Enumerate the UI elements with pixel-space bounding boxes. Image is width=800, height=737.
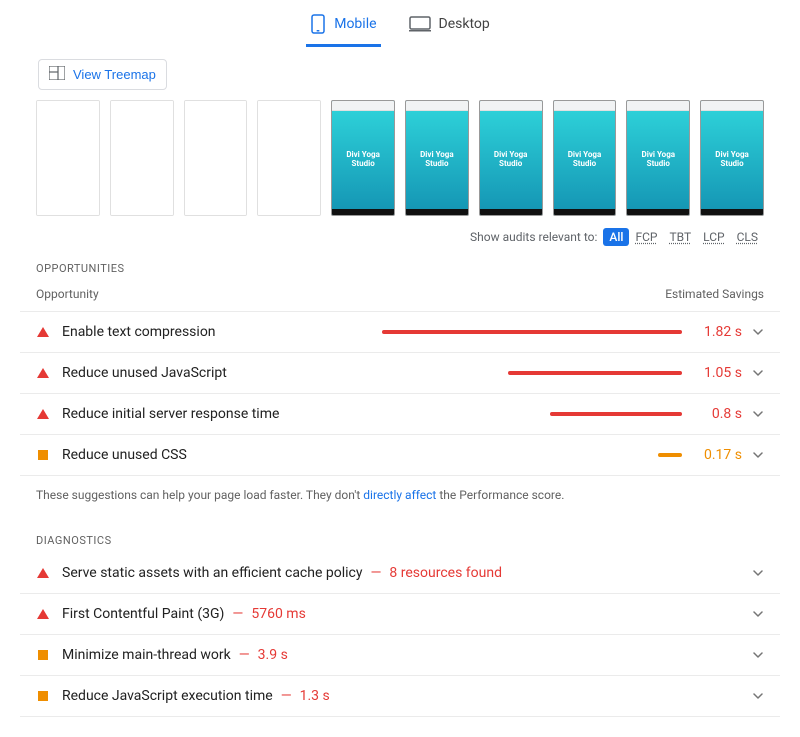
chevron-down-icon[interactable] bbox=[752, 449, 764, 461]
filmstrip-frame[interactable]: Divi Yoga Studio bbox=[479, 100, 543, 216]
frame-text: Divi Yoga Studio bbox=[554, 111, 616, 209]
dash: — bbox=[232, 606, 243, 622]
filmstrip-frame[interactable]: Divi Yoga Studio bbox=[626, 100, 690, 216]
chevron-down-icon[interactable] bbox=[752, 567, 764, 579]
opportunity-label: Enable text compression bbox=[62, 324, 216, 340]
filter-cls[interactable]: CLS bbox=[731, 228, 764, 246]
filmstrip-frame[interactable] bbox=[110, 100, 174, 216]
chevron-down-icon[interactable] bbox=[752, 649, 764, 661]
frame-text: Divi Yoga Studio bbox=[701, 111, 763, 209]
opportunities-note: These suggestions can help your page loa… bbox=[20, 476, 780, 506]
frame-text: Divi Yoga Studio bbox=[332, 111, 394, 209]
severity-orange-icon bbox=[36, 450, 50, 460]
diagnostic-label: Serve static assets with an efficient ca… bbox=[62, 565, 362, 581]
chevron-down-icon[interactable] bbox=[752, 326, 764, 338]
filmstrip-frame[interactable]: Divi Yoga Studio bbox=[553, 100, 617, 216]
opportunities-col-right: Estimated Savings bbox=[665, 287, 764, 301]
filmstrip-frame[interactable]: Divi Yoga Studio bbox=[700, 100, 764, 216]
audit-filter-label: Show audits relevant to: bbox=[470, 230, 597, 244]
opportunities-header: Opportunity Estimated Savings bbox=[20, 281, 780, 312]
dash: — bbox=[281, 688, 292, 704]
view-treemap-label: View Treemap bbox=[73, 67, 156, 82]
filmstrip: Divi Yoga StudioDivi Yoga StudioDivi Yog… bbox=[20, 100, 780, 216]
tab-desktop-label: Desktop bbox=[439, 16, 490, 32]
tab-mobile[interactable]: Mobile bbox=[306, 8, 380, 47]
desktop-icon bbox=[409, 16, 431, 32]
device-tabs: Mobile Desktop bbox=[20, 0, 780, 47]
diagnostic-detail: 3.9 s bbox=[258, 647, 288, 663]
filmstrip-frame[interactable] bbox=[36, 100, 100, 216]
opportunities-title: OPPORTUNITIES bbox=[36, 262, 764, 275]
note-post: the Performance score. bbox=[436, 488, 564, 502]
filmstrip-frame[interactable] bbox=[257, 100, 321, 216]
tab-desktop[interactable]: Desktop bbox=[405, 8, 494, 47]
savings-value: 0.17 s bbox=[692, 447, 742, 463]
frame-text: Divi Yoga Studio bbox=[406, 111, 468, 209]
diagnostic-detail: 5760 ms bbox=[251, 606, 305, 622]
severity-red-icon bbox=[36, 368, 50, 378]
frame-text: Divi Yoga Studio bbox=[480, 111, 542, 209]
opportunity-row[interactable]: Reduce unused JavaScript 1.05 s bbox=[20, 353, 780, 394]
tab-mobile-label: Mobile bbox=[334, 16, 376, 32]
filmstrip-frame[interactable]: Divi Yoga Studio bbox=[405, 100, 469, 216]
filter-lcp[interactable]: LCP bbox=[697, 228, 730, 246]
diagnostics-title: DIAGNOSTICS bbox=[36, 534, 764, 547]
frame-text: Divi Yoga Studio bbox=[627, 111, 689, 209]
severity-red-icon bbox=[36, 409, 50, 419]
diagnostic-row[interactable]: Serve static assets with an efficient ca… bbox=[20, 553, 780, 594]
dash: — bbox=[370, 565, 381, 581]
mobile-icon bbox=[310, 14, 326, 34]
diagnostic-detail: 1.3 s bbox=[300, 688, 330, 704]
filmstrip-frame[interactable]: Divi Yoga Studio bbox=[331, 100, 395, 216]
savings-value: 1.05 s bbox=[692, 365, 742, 381]
savings-bar bbox=[382, 371, 682, 375]
opportunities-col-left: Opportunity bbox=[36, 287, 99, 301]
opportunity-label: Reduce initial server response time bbox=[62, 406, 279, 422]
savings-bar bbox=[382, 330, 682, 334]
chevron-down-icon[interactable] bbox=[752, 608, 764, 620]
diagnostic-label: Reduce JavaScript execution time bbox=[62, 688, 273, 704]
diagnostic-row[interactable]: Reduce JavaScript execution time — 1.3 s bbox=[20, 676, 780, 717]
chevron-down-icon[interactable] bbox=[752, 408, 764, 420]
severity-red-icon bbox=[36, 568, 50, 578]
opportunity-row[interactable]: Reduce initial server response time 0.8 s bbox=[20, 394, 780, 435]
view-treemap-button[interactable]: View Treemap bbox=[38, 59, 167, 90]
filter-all[interactable]: All bbox=[603, 228, 629, 246]
diagnostic-row[interactable]: First Contentful Paint (3G) — 5760 ms bbox=[20, 594, 780, 635]
opportunity-row[interactable]: Enable text compression 1.82 s bbox=[20, 312, 780, 353]
severity-red-icon bbox=[36, 327, 50, 337]
treemap-icon bbox=[49, 66, 65, 83]
chevron-down-icon[interactable] bbox=[752, 367, 764, 379]
diagnostic-label: First Contentful Paint (3G) bbox=[62, 606, 224, 622]
savings-value: 0.8 s bbox=[692, 406, 742, 422]
filter-tbt[interactable]: TBT bbox=[663, 228, 697, 246]
opportunity-label: Reduce unused CSS bbox=[62, 447, 187, 463]
severity-orange-icon bbox=[36, 691, 50, 701]
diagnostic-label: Minimize main-thread work bbox=[62, 647, 231, 663]
filmstrip-frame[interactable] bbox=[184, 100, 248, 216]
note-pre: These suggestions can help your page loa… bbox=[36, 488, 363, 502]
severity-orange-icon bbox=[36, 650, 50, 660]
opportunity-label: Reduce unused JavaScript bbox=[62, 365, 227, 381]
diagnostic-detail: 8 resources found bbox=[389, 565, 502, 581]
filter-fcp[interactable]: FCP bbox=[629, 228, 663, 246]
audit-filter-row: Show audits relevant to: AllFCPTBTLCPCLS bbox=[36, 230, 764, 244]
savings-value: 1.82 s bbox=[692, 324, 742, 340]
dash: — bbox=[239, 647, 250, 663]
note-link[interactable]: directly affect bbox=[363, 488, 436, 502]
chevron-down-icon[interactable] bbox=[752, 690, 764, 702]
diagnostic-row[interactable]: Minimize main-thread work — 3.9 s bbox=[20, 635, 780, 676]
savings-bar bbox=[382, 453, 682, 457]
opportunity-row[interactable]: Reduce unused CSS 0.17 s bbox=[20, 435, 780, 476]
savings-bar bbox=[382, 412, 682, 416]
